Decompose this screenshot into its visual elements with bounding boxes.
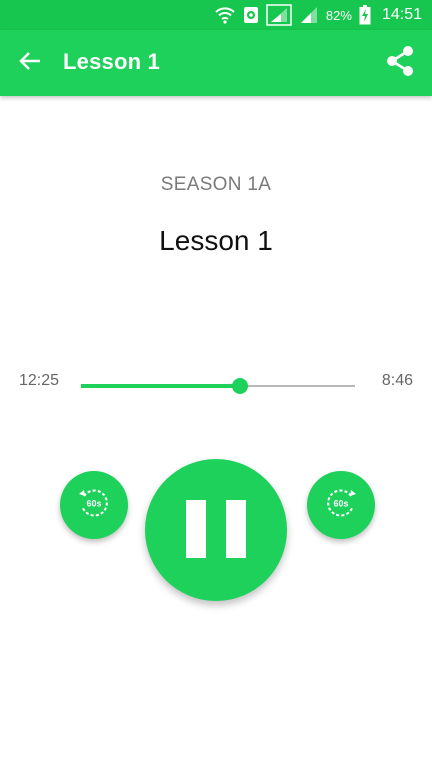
arrow-back-icon [19,51,41,76]
total-time: 8:46 [381,372,413,389]
page-title: Lesson 1 [63,49,160,74]
forward-label: 60s [333,498,348,508]
rewind-label: 60s [86,498,101,508]
signal-icon [266,4,292,26]
app-bar: Lesson 1 [0,30,432,96]
audio-player-screen: 82% 14:51 Lesson 1 SEASON 1A Lesson 1 12… [0,0,432,768]
battery-charging-icon [359,5,371,25]
status-clock: 14:51 [381,6,422,23]
season-label: SEASON 1A [160,174,272,195]
back-button[interactable] [14,47,46,79]
elapsed-time: 12:25 [19,372,60,389]
forward-60s-icon: 60s [323,485,359,526]
notification-app-icon [243,6,259,24]
pause-icon [226,500,246,558]
wifi-icon [214,5,236,25]
seek-bar-thumb[interactable] [231,378,248,394]
seek-bar-progress [81,384,240,388]
share-button[interactable] [382,45,418,81]
signal-icon [299,5,319,25]
pause-button[interactable] [145,459,287,601]
lesson-title: Lesson 1 [159,225,273,256]
seek-bar[interactable] [81,378,355,394]
battery-percent: 82% [325,7,352,23]
status-bar: 82% 14:51 [0,0,432,30]
pause-icon [186,500,206,558]
share-icon [385,45,415,82]
forward-60s-button[interactable]: 60s [307,471,375,539]
replay-60s-icon: 60s [76,485,112,526]
rewind-60s-button[interactable]: 60s [60,471,128,539]
